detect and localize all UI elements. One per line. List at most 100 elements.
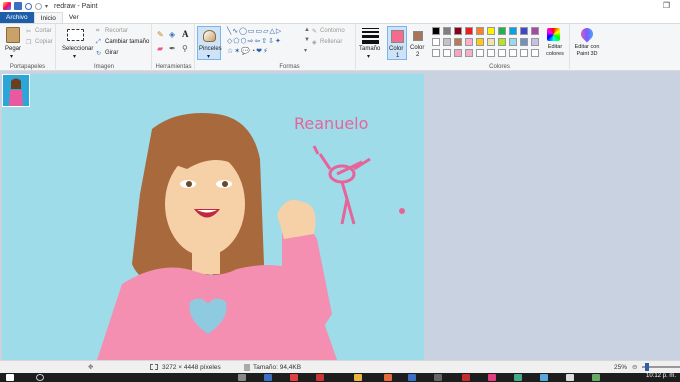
color-picker-icon[interactable]: ✒	[169, 44, 176, 53]
palette-swatch[interactable]	[520, 38, 528, 46]
palette-swatch[interactable]	[443, 38, 451, 46]
palette-swatch[interactable]	[454, 38, 462, 46]
select-button[interactable]: Seleccionar	[62, 46, 93, 52]
shapes-scroll-up-icon[interactable]: ▲	[304, 27, 310, 33]
copy-button[interactable]: Copiar	[35, 39, 53, 45]
fill-icon[interactable]: ◈	[312, 39, 317, 46]
paste-icon[interactable]	[6, 27, 20, 43]
clock[interactable]: 10:12 p. m.	[646, 373, 676, 379]
color1-button[interactable]: Color 1	[387, 26, 407, 60]
edit-colors-button[interactable]: Editar colores	[543, 44, 567, 58]
zoom-out-button[interactable]: ⊖	[632, 363, 637, 371]
palette-swatch[interactable]	[465, 49, 473, 57]
select-icon[interactable]	[67, 29, 84, 41]
save-icon[interactable]	[14, 2, 22, 10]
palette-swatch[interactable]	[509, 27, 517, 35]
palette-swatch[interactable]	[509, 49, 517, 57]
palette-swatch[interactable]	[432, 38, 440, 46]
palette-swatch[interactable]	[498, 38, 506, 46]
crop-button[interactable]: Recortar	[105, 28, 128, 34]
select-dropdown-icon[interactable]: ▾	[73, 53, 76, 60]
taskbar-app-9-icon[interactable]	[462, 374, 470, 381]
shapes-gallery[interactable]: ╲∿◯▭▭▱△▷ ◇⬠⬡⇨⇦⇧⇩✦ ☆✶💬◔❤⚡	[227, 27, 303, 57]
text-tool-icon[interactable]: A	[182, 29, 189, 39]
zoom-slider[interactable]	[642, 363, 680, 371]
paste-button[interactable]: Pegar	[5, 46, 21, 52]
palette-swatch[interactable]	[443, 27, 451, 35]
size-icon[interactable]	[362, 28, 379, 44]
palette-swatch[interactable]	[454, 49, 462, 57]
size-button[interactable]: Tamaño	[359, 46, 380, 52]
palette-swatch[interactable]	[531, 38, 539, 46]
palette-swatch[interactable]	[443, 49, 451, 57]
undo-icon[interactable]	[25, 2, 32, 10]
drawing-canvas[interactable]: Reanuelo	[2, 74, 424, 360]
rotate-button[interactable]: Girar	[105, 50, 118, 56]
taskbar-app-11-icon[interactable]	[514, 374, 522, 381]
crop-icon[interactable]: ⌗	[96, 28, 99, 35]
shapes-scroll-down-icon[interactable]: ▼	[304, 37, 310, 43]
palette-swatch[interactable]	[498, 27, 506, 35]
search-icon[interactable]	[36, 374, 44, 381]
copy-icon[interactable]: ❐	[26, 39, 31, 46]
magnifier-icon[interactable]: ⚲	[182, 44, 188, 53]
taskbar-app-7-icon[interactable]	[408, 374, 416, 381]
eraser-icon[interactable]: ▰	[157, 44, 163, 53]
customize-toolbar-icon[interactable]: ▾	[45, 3, 48, 10]
taskbar-app-8-icon[interactable]	[434, 374, 442, 381]
cut-button[interactable]: Cortar	[35, 28, 52, 34]
taskbar-app-1-icon[interactable]	[238, 374, 246, 381]
palette-swatch[interactable]	[476, 49, 484, 57]
pencil-icon[interactable]: ✎	[157, 30, 164, 39]
taskbar-app-4-icon[interactable]	[316, 374, 324, 381]
palette-swatch[interactable]	[465, 27, 473, 35]
outline-dropdown[interactable]: Contorno	[320, 28, 345, 34]
palette-swatch[interactable]	[465, 38, 473, 46]
restore-window-icon[interactable]: ❐	[663, 1, 670, 10]
palette-swatch[interactable]	[432, 27, 440, 35]
start-button-icon[interactable]	[6, 374, 14, 381]
palette-swatch[interactable]	[487, 49, 495, 57]
fill-bucket-icon[interactable]: ◈	[169, 30, 175, 39]
palette-swatch[interactable]	[509, 38, 517, 46]
resize-button[interactable]: Cambiar tamaño	[105, 39, 149, 45]
redo-icon[interactable]	[35, 2, 42, 10]
tab-inicio[interactable]: Inicio	[33, 12, 63, 23]
size-dropdown-icon[interactable]: ▾	[367, 53, 370, 60]
cut-icon[interactable]: ✂	[26, 28, 31, 35]
palette-swatch[interactable]	[531, 27, 539, 35]
paste-dropdown-icon[interactable]: ▾	[10, 53, 13, 60]
brushes-button[interactable]: Pinceles ▾	[197, 26, 222, 60]
palette-swatch[interactable]	[520, 27, 528, 35]
taskbar-app-6-icon[interactable]	[384, 374, 392, 381]
paint3d-icon[interactable]	[578, 25, 596, 43]
palette-swatch[interactable]	[487, 27, 495, 35]
taskbar-app-2-icon[interactable]	[264, 374, 272, 381]
edit-colors-icon[interactable]	[547, 28, 560, 41]
taskbar-app-5-icon[interactable]	[354, 374, 362, 381]
taskbar-app-14-icon[interactable]	[592, 374, 600, 381]
taskbar-app-3-icon[interactable]	[290, 374, 298, 381]
shapes-row-1: ╲∿◯▭▭▱△▷	[227, 28, 283, 35]
taskbar-app-12-icon[interactable]	[540, 374, 548, 381]
zoom-slider-thumb[interactable]	[645, 363, 649, 371]
resize-icon[interactable]: ⤢	[96, 39, 101, 46]
palette-swatch[interactable]	[476, 38, 484, 46]
palette-swatch[interactable]	[487, 38, 495, 46]
palette-swatch[interactable]	[520, 49, 528, 57]
palette-swatch[interactable]	[454, 27, 462, 35]
palette-swatch[interactable]	[432, 49, 440, 57]
outline-icon[interactable]: ✎	[312, 28, 317, 35]
rotate-icon[interactable]: ↻	[96, 50, 101, 57]
taskbar-app-13-icon[interactable]	[566, 374, 574, 381]
palette-swatch[interactable]	[476, 27, 484, 35]
taskbar-app-10-icon[interactable]	[488, 374, 496, 381]
shapes-more-icon[interactable]: ▾	[304, 47, 307, 54]
palette-swatch[interactable]	[498, 49, 506, 57]
paint3d-button[interactable]: Editar con Paint 3D	[572, 44, 602, 58]
color2-button[interactable]: Color 2	[409, 26, 428, 60]
tab-archivo[interactable]: Archivo	[0, 12, 34, 23]
tab-ver[interactable]: Ver	[63, 12, 85, 23]
palette-swatch[interactable]	[531, 49, 539, 57]
fill-dropdown[interactable]: Rellenar	[320, 39, 342, 45]
